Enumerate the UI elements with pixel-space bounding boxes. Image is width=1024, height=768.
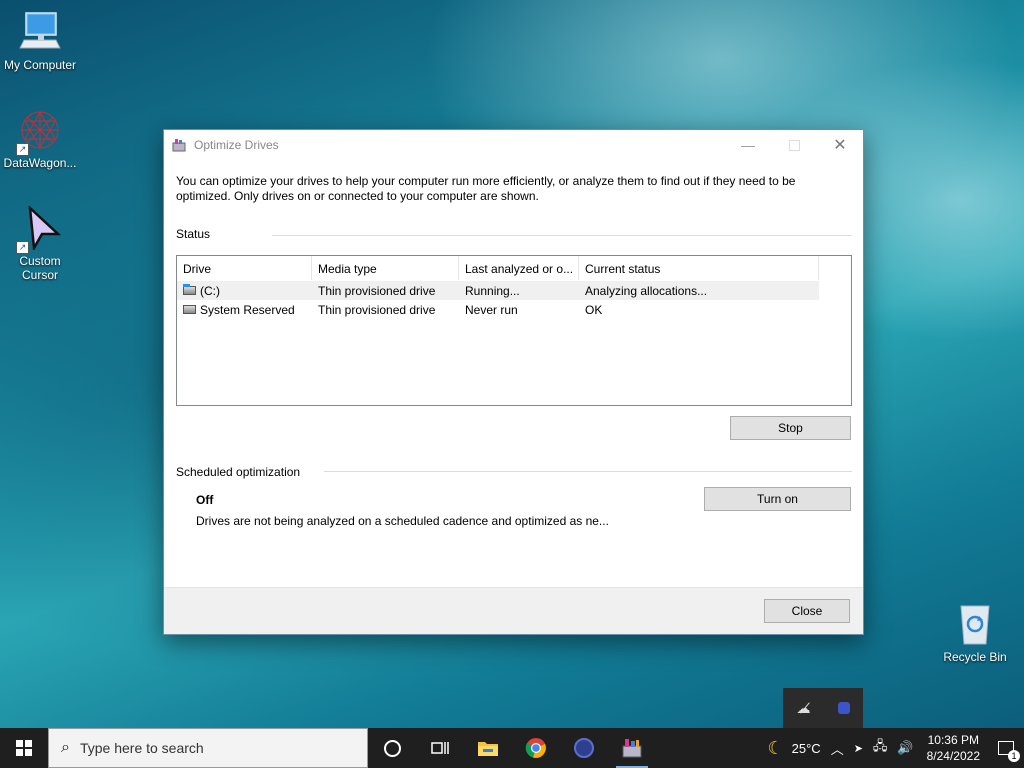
cortana-icon xyxy=(383,739,401,757)
shortcut-arrow-icon: ↗ xyxy=(16,143,29,156)
desktop-icon-label: Recycle Bin xyxy=(943,650,1007,664)
title-bar[interactable]: Optimize Drives — ✕ xyxy=(164,130,863,160)
chevron-up-icon: ︿ xyxy=(830,741,844,757)
chrome-button[interactable] xyxy=(512,728,560,768)
status-section-label: Status xyxy=(176,227,211,241)
last-analyzed: Running... xyxy=(465,283,520,298)
desktop-icon-custom-cursor[interactable]: ↗ Custom Cursor xyxy=(0,204,80,282)
clock-time: 10:36 PM xyxy=(927,733,979,747)
desktop-icon-my-computer[interactable]: My Computer xyxy=(0,10,80,72)
desktop-icon-datawagon[interactable]: ↗ DataWagon... xyxy=(0,108,80,170)
pointer-icon: ➤ xyxy=(853,742,863,755)
minimize-icon: — xyxy=(741,137,755,153)
column-header-drive[interactable]: Drive xyxy=(177,256,312,280)
drive-name: System Reserved xyxy=(200,302,295,317)
taskbar: ⌕ Type here to search ☾ 25°C ︿ ➤ 🖧 🔊 10:… xyxy=(0,728,1024,768)
column-header-current-status[interactable]: Current status xyxy=(579,256,819,280)
taskbar-search-box[interactable]: ⌕ Type here to search xyxy=(48,728,368,768)
optimize-drives-icon xyxy=(622,739,642,758)
clock-date: 8/24/2022 xyxy=(926,749,980,763)
onedrive-offline-icon[interactable]: ☁̸ xyxy=(797,700,811,717)
optimize-drives-icon xyxy=(172,138,186,152)
folder-icon xyxy=(478,742,498,756)
optimize-drives-taskbar-button[interactable] xyxy=(608,728,656,768)
task-view-button[interactable] xyxy=(416,728,464,768)
notification-badge: 1 xyxy=(1008,750,1020,762)
desktop-icon-label: Custom Cursor xyxy=(19,254,61,282)
computer-icon xyxy=(18,10,62,54)
close-icon: ✕ xyxy=(833,137,847,154)
shortcut-arrow-icon: ↗ xyxy=(16,241,29,254)
volume-button[interactable]: 🔊 xyxy=(892,728,918,768)
windows-drive-icon xyxy=(183,283,196,295)
stop-button[interactable]: Stop xyxy=(730,416,851,440)
drive-row-system-reserved[interactable]: System Reserved Thin provisioned drive N… xyxy=(177,300,851,319)
search-placeholder: Type here to search xyxy=(79,740,204,756)
desktop-icon-recycle-bin[interactable]: Recycle Bin xyxy=(935,602,1015,664)
chrome-icon xyxy=(525,738,546,758)
tray-overflow-popup: ☁̸ xyxy=(783,688,863,728)
app-tray-icon[interactable] xyxy=(837,702,850,714)
scheduled-section-label: Scheduled optimization xyxy=(176,465,301,479)
schedule-state: Off xyxy=(196,493,214,507)
network-icon: 🖧 xyxy=(872,738,888,753)
dialog-footer: Close xyxy=(164,587,863,634)
media-type: Thin provisioned drive xyxy=(318,302,436,317)
notification-center-button[interactable]: 1 xyxy=(988,728,1024,768)
datawagon-icon: ↗ xyxy=(16,108,62,156)
window-title: Optimize Drives xyxy=(194,138,279,152)
turn-on-button[interactable]: Turn on xyxy=(704,487,851,511)
windows-logo-icon xyxy=(16,740,32,756)
drive-list[interactable]: Drive Media type Last analyzed or o... C… xyxy=(176,255,852,406)
tray-arrow-button[interactable]: ➤ xyxy=(849,728,868,768)
minimize-button[interactable]: — xyxy=(725,130,771,160)
system-tray: ☾ 25°C ︿ ➤ 🖧 🔊 10:36 PM 8/24/2022 1 xyxy=(763,728,1024,768)
recycle-bin-icon xyxy=(953,602,997,646)
close-button[interactable]: Close xyxy=(764,599,850,623)
cortana-button[interactable] xyxy=(368,728,416,768)
maximize-icon xyxy=(788,139,800,151)
moon-icon: ☾ xyxy=(767,737,784,758)
weather-widget[interactable]: ☾ 25°C xyxy=(763,728,826,768)
drive-name: (C:) xyxy=(200,283,220,298)
current-status: Analyzing allocations... xyxy=(585,283,708,298)
file-explorer-button[interactable] xyxy=(464,728,512,768)
network-button[interactable]: 🖧 xyxy=(868,728,893,768)
search-icon: ⌕ xyxy=(61,739,70,756)
drive-icon xyxy=(183,305,196,314)
drive-row-c[interactable]: (C:) Thin provisioned drive Running... A… xyxy=(177,281,819,300)
task-view-icon xyxy=(431,742,449,754)
start-button[interactable] xyxy=(0,728,48,768)
last-analyzed: Never run xyxy=(465,302,518,317)
app-icon xyxy=(574,738,594,758)
desktop-icon-label: My Computer xyxy=(3,58,77,72)
clock[interactable]: 10:36 PM 8/24/2022 xyxy=(919,732,988,764)
dialog-description: You can optimize your drives to help you… xyxy=(176,174,796,203)
scheduled-divider xyxy=(324,471,852,472)
status-divider xyxy=(272,235,852,236)
current-status: OK xyxy=(585,302,603,317)
speaker-icon: 🔊 xyxy=(897,740,914,755)
desktop-icon-label: DataWagon... xyxy=(3,156,77,170)
optimize-drives-window: Optimize Drives — ✕ You can optimize you… xyxy=(163,129,864,635)
column-header-media-type[interactable]: Media type xyxy=(312,256,459,280)
maximize-button[interactable] xyxy=(771,130,817,160)
show-hidden-icons-button[interactable]: ︿ xyxy=(826,728,849,768)
schedule-description: Drives are not being analyzed on a sched… xyxy=(196,514,609,528)
weather-temp: 25°C xyxy=(791,740,821,756)
close-window-button[interactable]: ✕ xyxy=(817,130,863,160)
app-button[interactable] xyxy=(560,728,608,768)
cursor-icon: ↗ xyxy=(16,204,62,254)
column-header-last-analyzed[interactable]: Last analyzed or o... xyxy=(459,256,579,280)
list-header: Drive Media type Last analyzed or o... C… xyxy=(177,256,851,281)
media-type: Thin provisioned drive xyxy=(318,283,436,298)
